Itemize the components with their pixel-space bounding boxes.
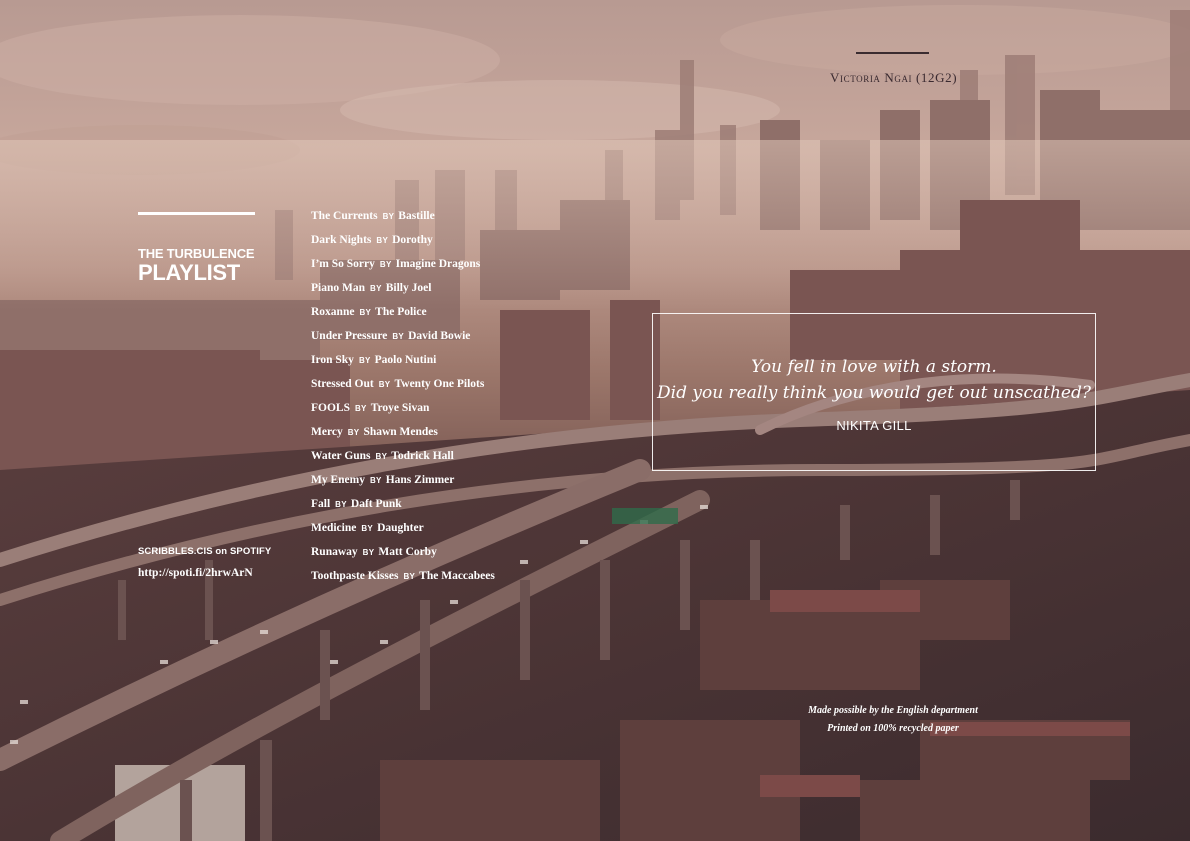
by-label: BY <box>370 284 382 293</box>
track-item: Water Guns BY Todrick Hall <box>311 447 495 471</box>
by-label: BY <box>378 380 391 389</box>
by-label: BY <box>376 236 389 245</box>
track-item: Iron Sky BY Paolo Nutini <box>311 351 495 375</box>
track-artist: The Maccabees <box>419 570 495 582</box>
playlist-title-large: PLAYLIST <box>138 260 240 285</box>
track-item: Piano Man BY Billy Joel <box>311 279 495 303</box>
track-title: Mercy <box>311 426 343 438</box>
track-item: I’m So Sorry BY Imagine Dragons <box>311 255 495 279</box>
track-artist: Todrick Hall <box>391 450 454 462</box>
quote-line-1: You fell in love with a storm. <box>751 357 997 377</box>
by-label: BY <box>369 476 382 485</box>
by-label: BY <box>354 404 367 413</box>
spotify-handle: SCRIBBLES.CIS on SPOTIFY <box>138 546 272 557</box>
track-title: Under Pressure <box>311 330 388 342</box>
by-label: BY <box>347 428 360 437</box>
playlist-rule <box>138 212 255 215</box>
by-label: BY <box>359 308 372 317</box>
track-title: I’m So Sorry <box>311 258 375 270</box>
credits: Made possible by the English department … <box>773 702 1013 738</box>
track-title: Stressed Out <box>311 378 374 390</box>
playlist-title-small: THE TURBULENCE <box>138 246 255 261</box>
by-label: BY <box>361 524 374 533</box>
track-title: Roxanne <box>311 306 355 318</box>
by-label: BY <box>379 260 392 269</box>
track-title: FOOLS <box>311 402 350 414</box>
spotify-info: SCRIBBLES.CIS on SPOTIFY http://spoti.fi… <box>138 546 271 579</box>
track-title: Water Guns <box>311 450 371 462</box>
track-artist: Billy Joel <box>385 282 432 294</box>
track-title: Iron Sky <box>311 354 354 366</box>
track-item: FOOLS BY Troye Sivan <box>311 399 495 423</box>
by-label: BY <box>375 452 388 461</box>
quote-box: You fell in love with a storm. Did you r… <box>652 313 1096 471</box>
track-artist: Daughter <box>377 522 424 534</box>
track-artist: Dorothy <box>392 234 433 246</box>
by-label: BY <box>392 332 405 341</box>
track-artist: Bastille <box>398 210 435 222</box>
track-title: Toothpaste Kisses <box>311 570 399 582</box>
track-artist: David Bowie <box>408 330 471 342</box>
track-artist: Matt Corby <box>378 546 437 558</box>
track-item: Runaway BY Matt Corby <box>311 543 495 567</box>
track-title: Medicine <box>311 522 357 534</box>
track-item: Under Pressure BY David Bowie <box>311 327 495 351</box>
by-label: BY <box>362 548 375 557</box>
playlist-heading: THE TURBULENCE PLAYLIST <box>138 246 255 285</box>
by-label: BY <box>382 212 395 221</box>
track-artist: Troye Sivan <box>370 402 430 414</box>
credits-line-2: Printed on 100% recycled paper <box>827 723 959 734</box>
by-label: BY <box>403 572 416 581</box>
quote-attribution: NIKITA GILL <box>836 418 912 433</box>
track-list: The Currents BY Bastille Dark Nights BY Doro… <box>311 207 495 591</box>
track-title: My Enemy <box>311 474 365 486</box>
track-artist: The Police <box>375 306 427 318</box>
track-artist: Shawn Mendes <box>363 426 438 438</box>
track-item: Fall BY Daft Punk <box>311 495 495 519</box>
track-artist: Twenty One Pilots <box>394 378 485 390</box>
track-item: Dark Nights BY Dorothy <box>311 231 495 255</box>
track-item: Medicine BY Daughter <box>311 519 495 543</box>
track-item: Roxanne BY The Police <box>311 303 495 327</box>
track-title: Dark Nights <box>311 234 372 246</box>
track-item: Toothpaste Kisses BY The Maccabees <box>311 567 495 591</box>
track-title: Fall <box>311 498 331 510</box>
track-title: Piano Man <box>311 282 365 294</box>
credits-line-1: Made possible by the English department <box>808 705 978 716</box>
track-item: My Enemy BY Hans Zimmer <box>311 471 495 495</box>
track-item: Stressed Out BY Twenty One Pilots <box>311 375 495 399</box>
track-artist: Imagine Dragons <box>395 258 481 270</box>
by-label: BY <box>335 500 347 509</box>
track-title: The Currents <box>311 210 378 222</box>
track-item: Mercy BY Shawn Mendes <box>311 423 495 447</box>
by-label: BY <box>358 356 371 365</box>
track-artist: Paolo Nutini <box>374 354 437 366</box>
author-rule <box>856 52 929 54</box>
track-item: The Currents BY Bastille <box>311 207 495 231</box>
track-title: Runaway <box>311 546 358 558</box>
spotify-url[interactable]: http://spoti.fi/2hrwArN <box>138 567 271 579</box>
track-artist: Daft Punk <box>350 498 402 510</box>
quote-line-2: Did you really think you would get out u… <box>657 383 1091 403</box>
track-artist: Hans Zimmer <box>385 474 455 486</box>
